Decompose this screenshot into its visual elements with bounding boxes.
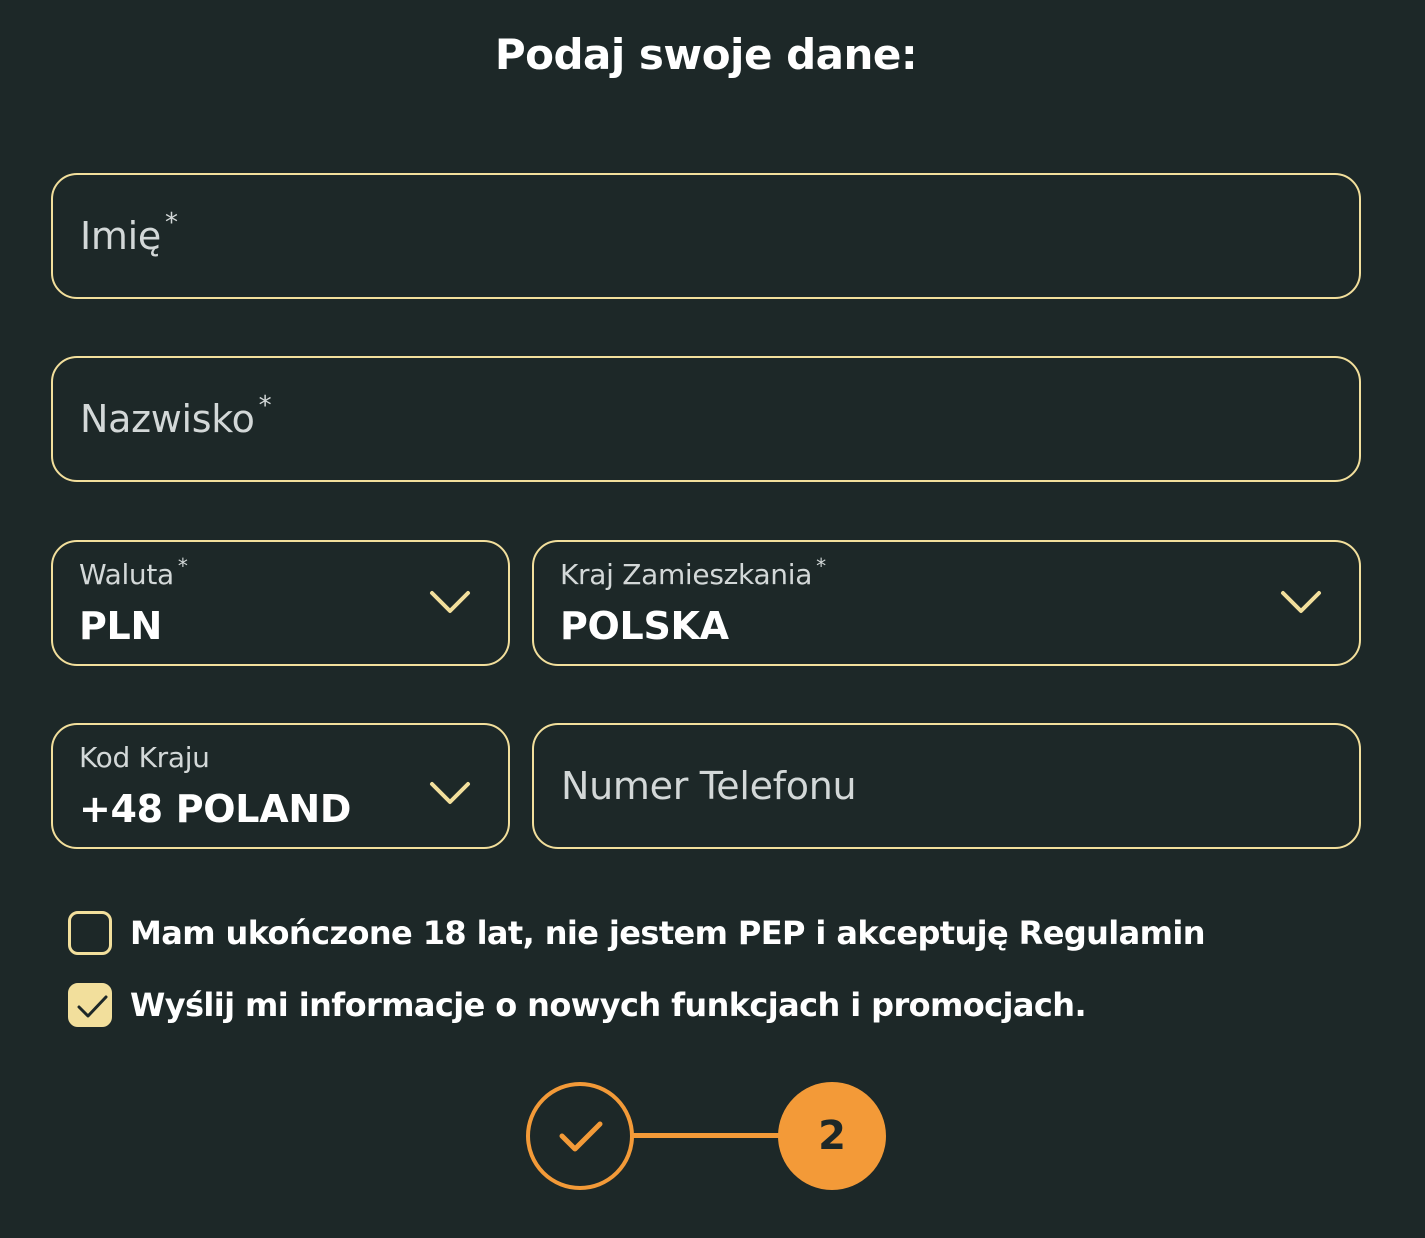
required-mark: *: [164, 208, 178, 238]
newsletter-checkbox-row[interactable]: Wyślij mi informacje o nowych funkcjach …: [68, 983, 1087, 1027]
country-value: POLSKA: [560, 604, 729, 648]
page-title: Podaj swoje dane:: [494, 30, 918, 79]
step-indicator: 2: [526, 1082, 886, 1190]
terms-checkbox-row[interactable]: Mam ukończone 18 lat, nie jestem PEP i a…: [68, 911, 1206, 955]
chevron-down-icon[interactable]: [429, 588, 471, 616]
last-name-placeholder: Nazwisko *: [80, 391, 272, 441]
required-mark: *: [816, 554, 826, 578]
terms-checkbox[interactable]: [68, 911, 112, 955]
check-icon: [77, 995, 108, 1018]
step-connector: [630, 1133, 782, 1138]
phone-number-placeholder: Numer Telefonu: [561, 764, 857, 808]
country-code-label: Kod Kraju: [79, 741, 210, 774]
required-mark: *: [177, 554, 188, 578]
required-mark: *: [258, 391, 272, 421]
currency-value: PLN: [79, 604, 162, 648]
step-current: 2: [778, 1082, 886, 1190]
terms-label[interactable]: Mam ukończone 18 lat, nie jestem PEP i a…: [130, 914, 1206, 952]
country-code-select[interactable]: Kod Kraju +48 POLAND: [51, 723, 510, 849]
first-name-placeholder: Imię *: [80, 208, 178, 258]
currency-label: Waluta *: [79, 554, 188, 591]
currency-select[interactable]: Waluta * PLN: [51, 540, 510, 666]
step-completed: [526, 1082, 634, 1190]
country-code-value: +48 POLAND: [79, 787, 352, 831]
phone-number-field[interactable]: Numer Telefonu: [532, 723, 1361, 849]
check-icon: [559, 1121, 603, 1152]
country-select[interactable]: Kraj Zamieszkania * POLSKA: [532, 540, 1361, 666]
country-label: Kraj Zamieszkania *: [560, 554, 826, 591]
chevron-down-icon[interactable]: [1280, 588, 1322, 616]
newsletter-label[interactable]: Wyślij mi informacje o nowych funkcjach …: [130, 986, 1087, 1024]
newsletter-checkbox[interactable]: [68, 983, 112, 1027]
last-name-field[interactable]: Nazwisko *: [51, 356, 1361, 482]
chevron-down-icon[interactable]: [429, 779, 471, 807]
first-name-field[interactable]: Imię *: [51, 173, 1361, 299]
